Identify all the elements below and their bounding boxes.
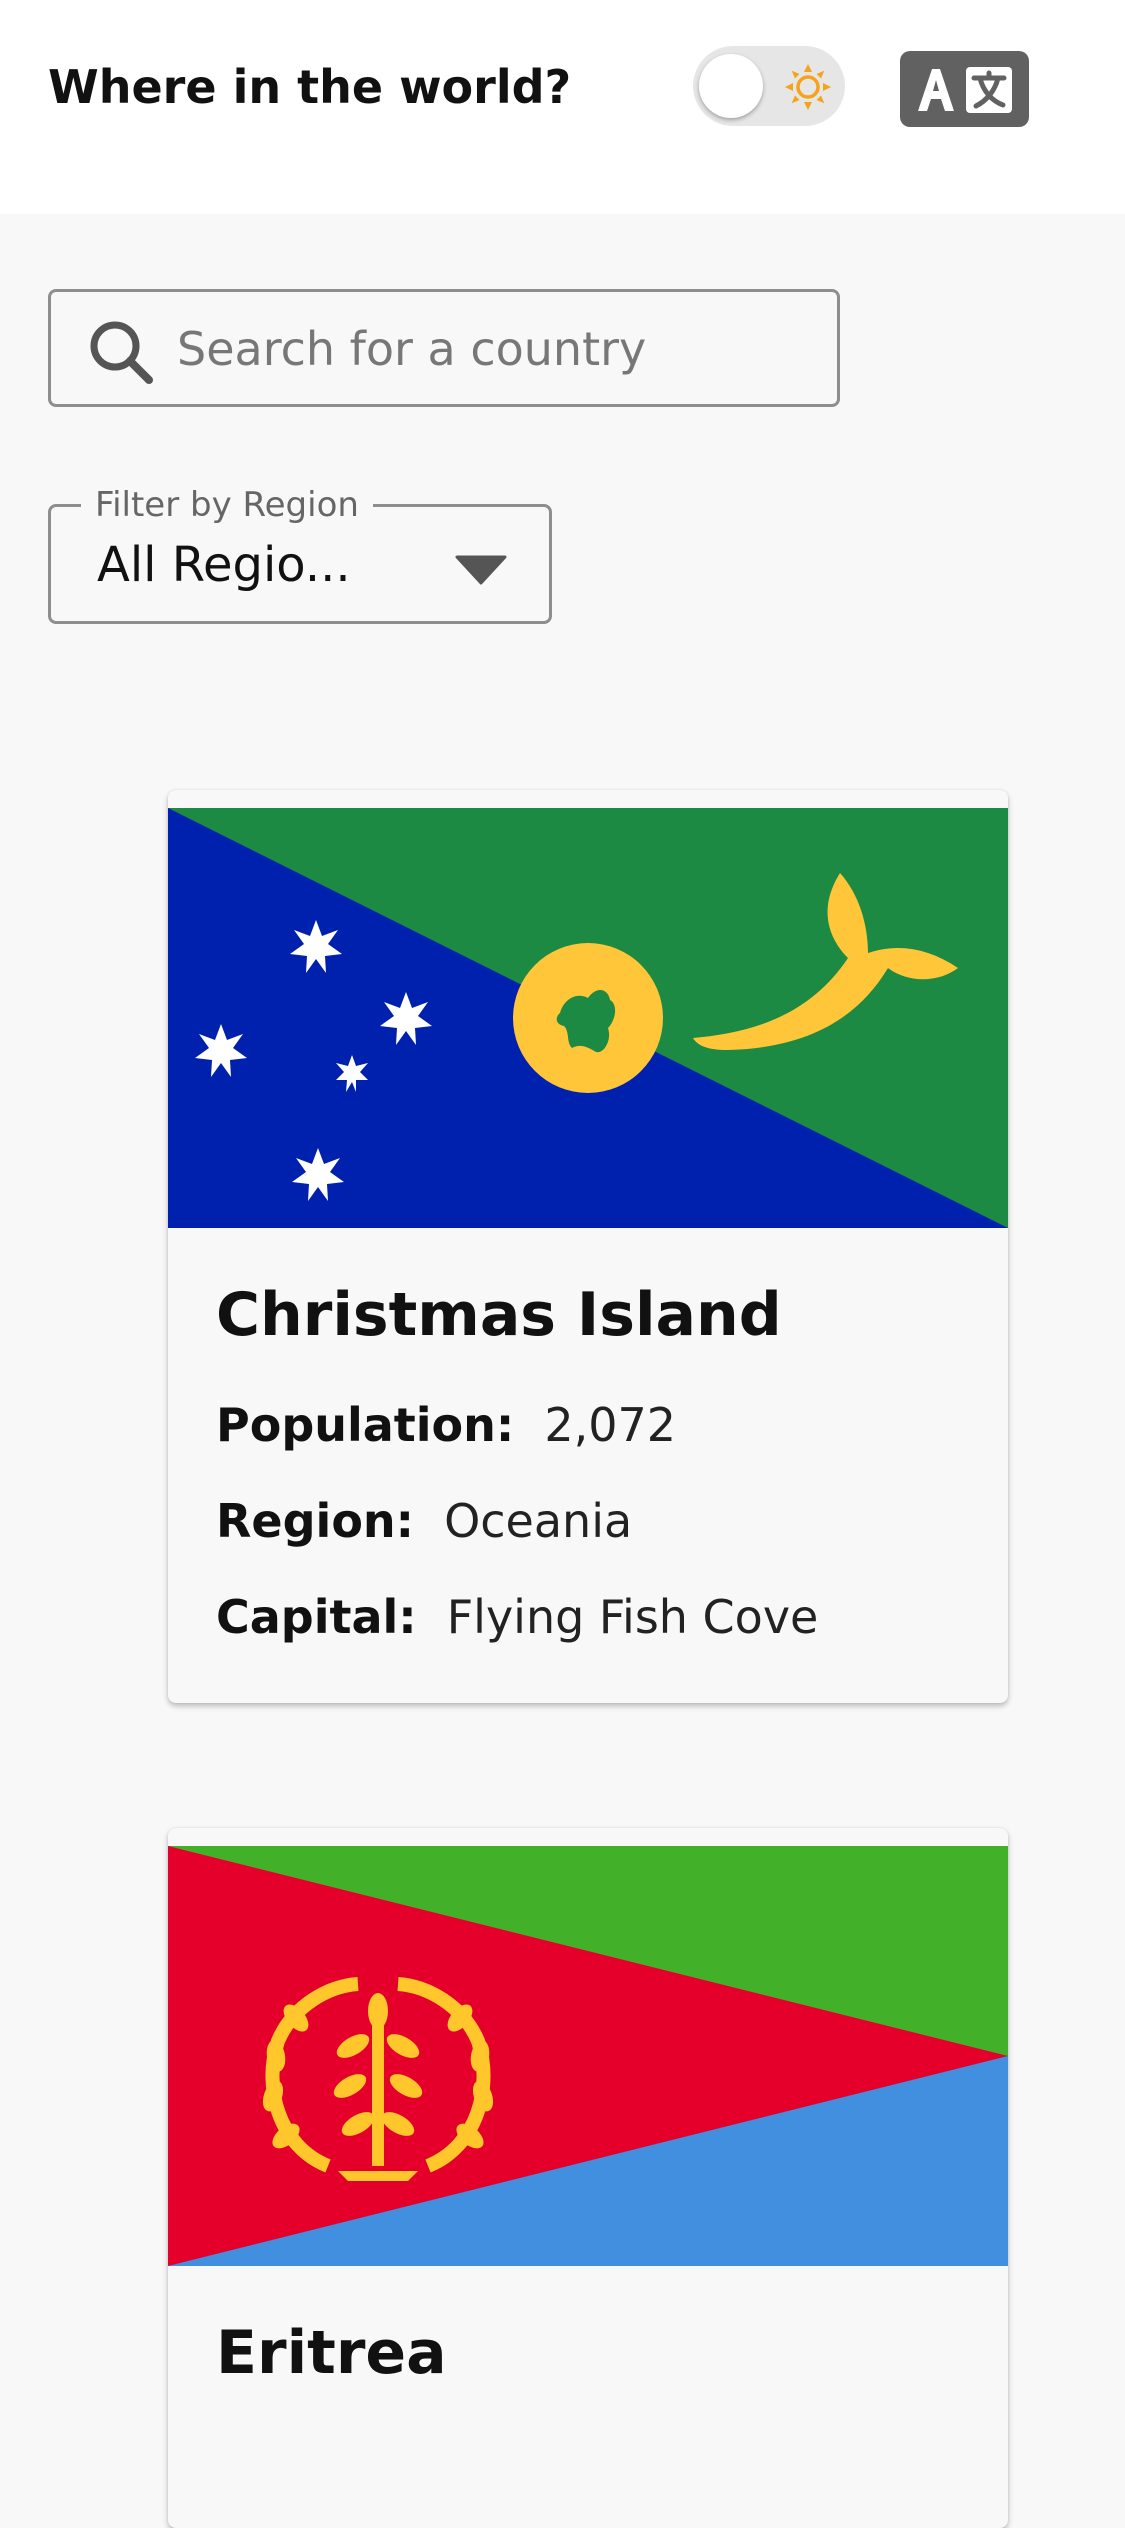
capital-value: Flying Fish Cove — [446, 1590, 819, 1644]
region-label: Region: — [216, 1494, 415, 1548]
sun-icon — [785, 64, 831, 110]
population-label: Population: — [216, 1398, 515, 1452]
theme-toggle[interactable] — [693, 46, 845, 126]
region-filter-label: Filter by Region — [81, 485, 373, 525]
chevron-down-icon[interactable] — [455, 555, 507, 585]
country-name: Eritrea — [216, 2318, 447, 2388]
population-value: 2,072 — [544, 1398, 677, 1452]
capital-label: Capital: — [216, 1590, 417, 1644]
eritrea-flag-icon — [168, 1846, 1008, 2266]
population-row: Population: 2,072 — [216, 1398, 676, 1452]
country-card[interactable]: Christmas Island Population: 2,072 Region… — [168, 790, 1008, 1703]
search-input[interactable] — [177, 316, 817, 382]
app-header: Where in the world? — [0, 0, 1125, 214]
search-box[interactable] — [48, 289, 840, 407]
region-filter-select[interactable]: Filter by Region All Regio... — [48, 485, 552, 624]
search-icon — [90, 321, 153, 384]
translate-icon — [918, 67, 1012, 113]
region-row: Region: Oceania — [216, 1494, 632, 1548]
christmas-island-flag-icon — [168, 808, 1008, 1228]
capital-row: Capital: Flying Fish Cove — [216, 1590, 818, 1644]
region-value: Oceania — [444, 1494, 633, 1548]
toggle-knob[interactable] — [699, 54, 763, 118]
country-name: Christmas Island — [216, 1280, 782, 1350]
translate-button[interactable] — [900, 51, 1029, 127]
region-filter-value: All Regio... — [97, 537, 351, 593]
country-card[interactable]: Eritrea — [168, 1828, 1008, 2528]
app-title: Where in the world? — [48, 60, 572, 114]
